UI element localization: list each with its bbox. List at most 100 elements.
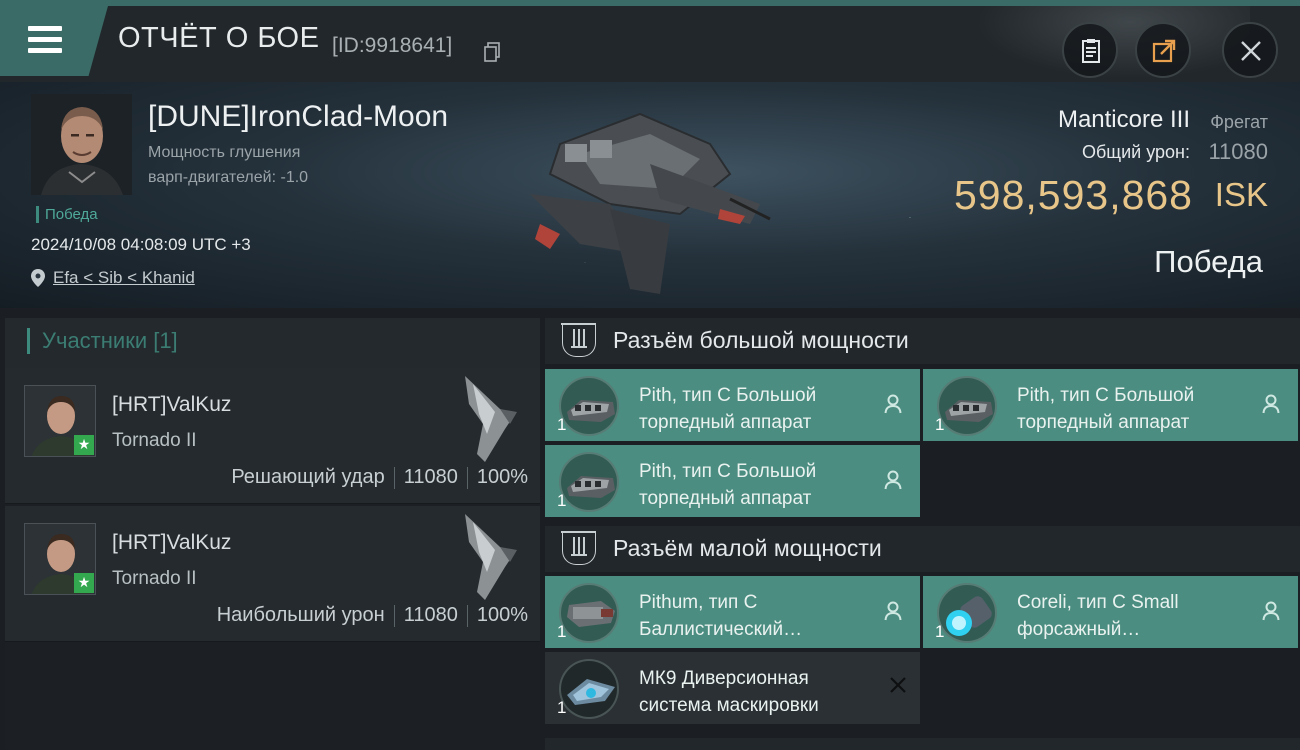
next-section-header [545,738,1300,750]
participant-role: Решающий удар [231,466,385,488]
location-pin-icon [31,269,45,287]
stat-divider [466,604,468,627]
module-name-line2: форсажный… [1017,619,1141,640]
share-button[interactable] [1135,22,1191,78]
participant-ship-icon [465,514,517,600]
module-quantity: 1 [557,622,567,641]
participant-stats: Решающий удар 11080 100% [231,466,528,489]
module-name: МК9 Диверсионная система маскировки [639,665,819,719]
module-name: Pith, тип C Большой торпедный аппарат [639,458,816,512]
clipboard-icon [1082,39,1100,63]
participant-percent: 100% [476,466,528,488]
module-slot[interactable]: 1 Coreli, тип C Small форсажный… [923,576,1298,648]
victim-ship-name[interactable]: Manticore III [1058,106,1190,134]
victim-summary: [DUNE]IronClad-Moon Мощность глушения ва… [0,82,1300,308]
stat-line-1: Мощность глушения [148,144,301,161]
victim-portrait[interactable] [31,94,132,195]
module-slot[interactable]: 1 МК9 Диверсионная система маскировки [545,652,920,724]
close-icon [1241,41,1261,61]
ally-star-icon: ★ [74,573,94,593]
module-name-line1: Pithum, тип C [639,592,758,613]
participant-name[interactable]: [HRT]ValKuz [112,531,231,555]
result-label-small: Победа [36,206,98,223]
module-slot[interactable]: 1 Pith, тип C Большой торпедный аппарат [923,369,1298,441]
participant-role: Наибольший урон [216,604,385,626]
page-title: ОТЧЁТ О БОЕ [118,22,320,54]
result-label: Победа [1154,244,1263,279]
copy-icon[interactable] [484,42,500,62]
close-button[interactable] [1222,22,1278,78]
module-quantity: 1 [935,622,945,641]
module-name: Pith, тип C Большой торпедный аппарат [639,382,816,436]
participant-avatar: ★ [24,523,96,595]
participant-percent: 100% [476,604,528,626]
participant-damage: 11080 [403,604,458,626]
fitting-panel: Разъём большой мощности 1 Pith, тип C Бо… [545,318,1300,750]
participant-name[interactable]: [HRT]ValKuz [112,393,231,417]
participant-avatar: ★ [24,385,96,457]
participant-stats: Наибольший урон 11080 100% [217,604,528,627]
isk-value: 598,593,868 [953,172,1193,218]
location-link[interactable]: Efa < Sib < Khanid [53,268,195,288]
low-slot-icon [561,531,596,565]
module-quantity: 1 [557,698,567,717]
clipboard-button[interactable] [1062,22,1118,78]
low-slot-header: Разъём малой мощности [545,526,1300,572]
torpedo-launcher-icon [937,376,997,436]
user-icon [884,470,902,490]
ally-star-icon: ★ [74,435,94,455]
module-quantity: 1 [935,415,945,434]
user-icon [1262,394,1280,414]
module-quantity: 1 [557,491,567,510]
report-id: [ID:9918641] [332,34,453,57]
share-icon [1152,39,1176,63]
participants-title: Участники [1] [27,328,178,354]
participant-ship: Tornado II [112,430,197,451]
user-icon [1262,601,1280,621]
menu-button[interactable] [0,6,108,76]
module-name-line2: торпедный аппарат [639,488,812,509]
module-name: Coreli, тип C Small форсажный… [1017,589,1179,643]
module-name-line2: система маскировки [639,695,819,716]
torpedo-launcher-icon [559,376,619,436]
cloaking-device-icon [559,659,619,719]
participant-row[interactable]: ★ [HRT]ValKuz Tornado II Решающий удар 1… [5,368,540,504]
user-icon [884,394,902,414]
total-damage-label: Общий урон: [1082,142,1190,162]
participant-row[interactable]: ★ [HRT]ValKuz Tornado II Наибольший урон… [5,506,540,642]
ship-render-icon [530,112,771,294]
stat-divider [393,604,395,627]
total-damage-value: 11080 [1208,139,1268,164]
victim-name[interactable]: [DUNE]IronClad-Moon [148,100,448,134]
participants-panel: Участники [1] ★ [HRT]ValKuz Tornado II Р… [5,318,540,750]
high-slot-icon [561,323,596,357]
module-name-line1: Pith, тип C Большой [639,461,817,482]
module-name-line1: Coreli, тип C Small [1017,592,1179,613]
module-name: Pith, тип C Большой торпедный аппарат [1017,382,1194,436]
module-name-line1: Pith, тип C Большой [1017,385,1195,406]
module-name: Pithum, тип C Баллистический… [639,589,802,643]
module-quantity: 1 [557,415,567,434]
module-name-line1: Pith, тип C Большой [639,385,817,406]
top-bar: ОТЧЁТ О БОЕ [ID:9918641] [0,0,1300,88]
participant-damage: 11080 [403,466,458,488]
high-slot-title: Разъём большой мощности [613,327,909,353]
isk-unit: ISK [1214,176,1268,213]
user-icon [884,601,902,621]
torpedo-launcher-icon [559,452,619,512]
high-slot-header: Разъём большой мощности [545,318,1300,364]
module-name-line2: торпедный аппарат [1017,412,1190,433]
stat-divider [393,466,395,489]
victim-ship-class: Фрегат [1210,112,1268,132]
module-slot[interactable]: 1 Pithum, тип C Баллистический… [545,576,920,648]
module-name-line2: Баллистический… [639,619,803,640]
ballistic-module-icon [559,583,619,643]
low-slot-title: Разъём малой мощности [613,535,882,561]
module-name-line1: МК9 Диверсионная [639,668,809,689]
kill-datetime: 2024/10/08 04:08:09 UTC +3 [31,235,251,254]
module-slot[interactable]: 1 Pith, тип C Большой торпедный аппарат [545,369,920,441]
destroyed-x-icon [890,677,906,693]
module-slot[interactable]: 1 Pith, тип C Большой торпедный аппарат [545,445,920,517]
stat-line-2: варп-двигателей: -1.0 [148,169,309,186]
pilot-avatar-icon [31,94,132,195]
